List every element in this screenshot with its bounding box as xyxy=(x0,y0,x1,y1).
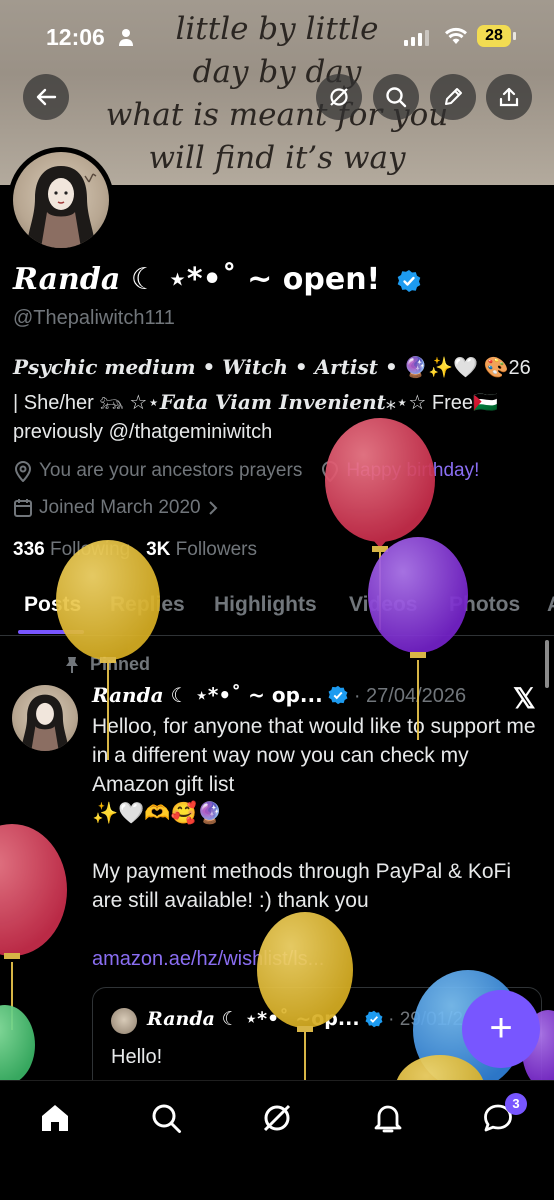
calendar-icon xyxy=(14,499,32,517)
bio-text: previously @/thatgeminiwitch xyxy=(13,421,273,443)
location-pin-icon xyxy=(322,461,339,482)
verified-badge-icon xyxy=(397,270,420,292)
post-text-paragraph: My payment methods through PayPal & KoFi… xyxy=(92,860,512,912)
verified-badge-icon xyxy=(328,685,348,705)
search-icon xyxy=(386,87,407,108)
quote-avatar xyxy=(111,1008,137,1034)
status-time: 12:06 xyxy=(46,24,105,50)
tab-replies[interactable]: Replies xyxy=(110,593,185,617)
quote-text: Hello! xyxy=(111,1046,163,1068)
verified-badge-icon xyxy=(365,1010,383,1028)
notifications-icon[interactable] xyxy=(371,1101,405,1135)
balloon xyxy=(368,537,468,740)
following-label: Following xyxy=(49,539,131,560)
home-icon[interactable] xyxy=(38,1101,72,1135)
follow-stats: 336 Following 3K Followers xyxy=(13,539,257,561)
x-logo-icon: 𝕏 xyxy=(513,683,536,714)
search-button[interactable] xyxy=(373,74,419,120)
pinned-label: Pinned xyxy=(64,654,150,675)
pinned-text: Pinned xyxy=(90,654,151,674)
edit-icon xyxy=(445,88,462,105)
bio-text: Psychic medium • Witch • Artist • xyxy=(13,355,398,379)
grok-icon[interactable] xyxy=(260,1101,294,1135)
profile-avatar[interactable] xyxy=(8,147,114,253)
post-date: · 27/04/2026 xyxy=(353,685,467,707)
search-icon[interactable] xyxy=(149,1101,183,1135)
grok-icon xyxy=(330,88,348,106)
bio-emojis: 🔮✨🤍 🎨26 xyxy=(403,357,531,379)
bio-text: ⁎⋆☆ Free🇵🇸 xyxy=(385,392,498,414)
post-author-name: Randa xyxy=(92,683,164,707)
compose-button[interactable]: + xyxy=(462,990,540,1068)
avatar-image xyxy=(13,152,109,248)
battery-indicator: 28 xyxy=(477,25,516,47)
tab-articles[interactable]: A xyxy=(547,593,554,617)
tab-highlights[interactable]: Highlights xyxy=(214,593,317,617)
quote-date: · 29/01/2 xyxy=(388,1009,464,1030)
scrollbar[interactable] xyxy=(545,640,549,688)
post-link[interactable]: amazon.ae/hz/wishlist/ls... xyxy=(92,948,324,971)
quote-author-suffix: ☾ ⋆*•˚ ~op... xyxy=(221,1008,360,1030)
profile-handle: @Thepaliwitch111 xyxy=(13,307,175,329)
grok-button[interactable] xyxy=(316,74,362,120)
birthday-link[interactable]: Happy birthday! xyxy=(346,460,479,482)
balloon xyxy=(0,1005,35,1085)
profile-location: You are your ancestors prayers xyxy=(39,460,303,481)
display-name: Randa xyxy=(13,262,121,297)
profile-location-row: You are your ancestors prayers Happy bir… xyxy=(13,460,479,482)
following-link[interactable]: 336 Following xyxy=(13,539,130,560)
post-header: Randa ☾ ⋆*•˚ ~ op... · 27/04/2026 xyxy=(92,683,466,708)
followers-count: 3K xyxy=(146,539,171,560)
post-text[interactable]: Helloo, for anyone that would like to su… xyxy=(92,712,547,915)
chevron-right-icon xyxy=(208,501,218,515)
back-arrow-icon xyxy=(36,88,57,106)
pin-icon xyxy=(66,656,78,673)
status-bar: 12:06 28 xyxy=(0,0,554,72)
joined-date: Joined March 2020 xyxy=(39,497,201,518)
signal-icon xyxy=(404,30,429,46)
quote-author-name: Randa xyxy=(147,1008,215,1030)
following-count: 336 xyxy=(13,539,45,560)
share-icon xyxy=(499,87,519,107)
followers-label: Followers xyxy=(175,539,257,560)
back-button[interactable] xyxy=(23,74,69,120)
tab-posts[interactable]: Posts xyxy=(24,593,81,617)
bottom-navigation xyxy=(0,1080,554,1200)
post-author[interactable]: Randa ☾ ⋆*•˚ ~ op... xyxy=(92,683,323,707)
bio-text: | She/her 𓃬 ☆⋆ xyxy=(13,392,160,414)
tab-photos[interactable]: Photos xyxy=(449,593,520,617)
joined-row[interactable]: Joined March 2020 xyxy=(13,497,219,519)
post-avatar[interactable] xyxy=(12,685,78,751)
wifi-icon xyxy=(445,27,467,44)
active-tab-indicator xyxy=(18,630,84,634)
profile-tabs: Posts Replies Highlights Videos Photos A xyxy=(0,585,554,636)
quote-header: Randa ☾ ⋆*•˚ ~op... · 29/01/2 xyxy=(147,1008,463,1031)
edit-button[interactable] xyxy=(430,74,476,120)
location-pin-icon xyxy=(14,461,32,482)
messages-badge: 3 xyxy=(505,1093,527,1115)
tab-videos[interactable]: Videos xyxy=(349,593,417,617)
bio-text: Fata Viam Invenient xyxy=(159,390,386,414)
person-icon xyxy=(119,29,133,46)
post-author-suffix: ☾ ⋆*•˚ ~ op... xyxy=(170,683,323,707)
post-text-paragraph: Helloo, for anyone that would like to su… xyxy=(92,715,536,796)
post-emojis: ✨🤍🫶🥰🔮 xyxy=(92,802,223,825)
balloon xyxy=(0,824,67,1030)
profile-name: Randa ☾ ⋆*•˚ ~ open! xyxy=(13,262,421,297)
display-name-suffix: ☾ ⋆*•˚ ~ open! xyxy=(130,262,381,297)
share-button[interactable] xyxy=(486,74,532,120)
profile-bio: Psychic medium • Witch • Artist • 🔮✨🤍 🎨2… xyxy=(13,350,543,444)
followers-link[interactable]: 3K Followers xyxy=(146,539,257,560)
